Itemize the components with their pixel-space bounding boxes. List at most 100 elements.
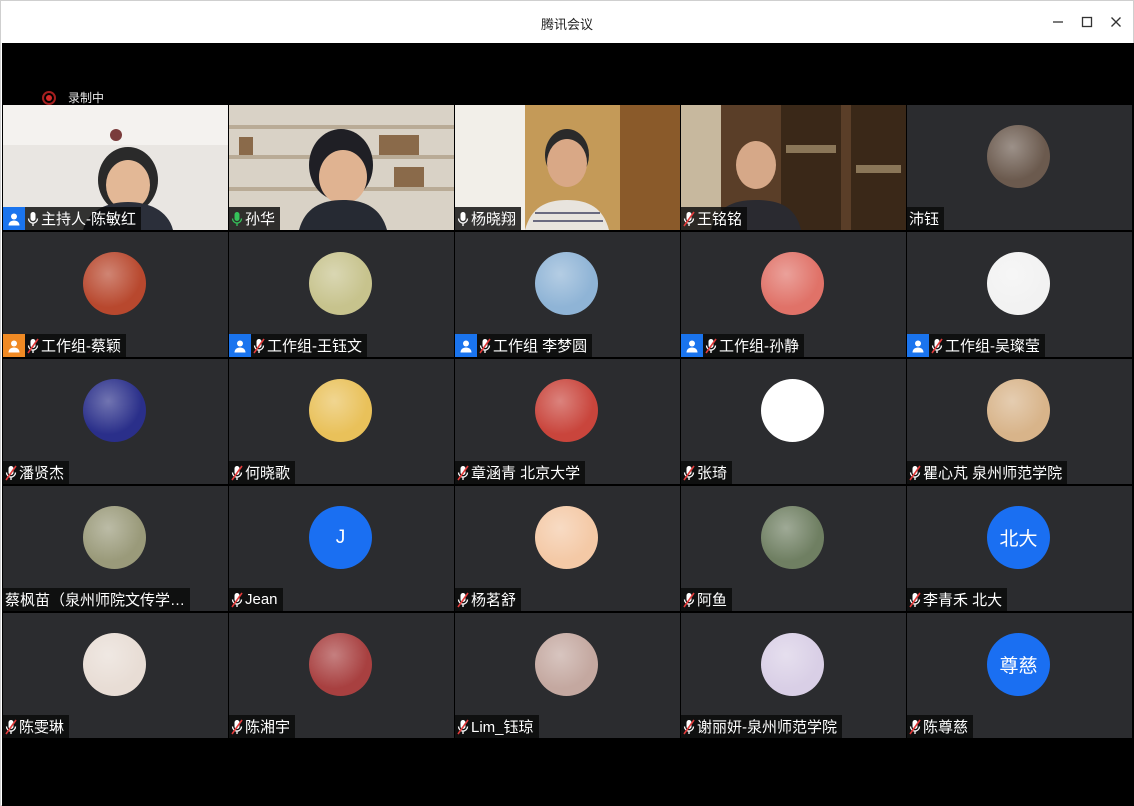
participant-tile[interactable]: 北大 李青禾 北大	[907, 486, 1132, 611]
participant-name: 阿鱼	[697, 592, 728, 609]
letter-avatar: J	[309, 506, 372, 569]
close-button[interactable]	[1103, 9, 1129, 35]
participant-tile[interactable]: 工作组-吴璨莹	[907, 232, 1132, 357]
mic-muted-icon	[682, 461, 696, 484]
participant-label: Jean	[229, 588, 283, 611]
participant-tile[interactable]: 章涵青 北京大学	[455, 359, 680, 484]
participant-name: 陈雯琳	[19, 719, 65, 736]
participant-name: 潘贤杰	[19, 465, 65, 482]
participant-tile[interactable]: 瞿心芃 泉州师范学院	[907, 359, 1132, 484]
participant-name: 孙华	[245, 211, 276, 228]
person-icon	[3, 207, 25, 230]
participant-tile[interactable]: 杨晓翔	[455, 105, 680, 230]
participant-label: 何晓歌	[229, 461, 296, 484]
mic-muted-icon	[230, 588, 244, 611]
participant-tile[interactable]: 孙华	[229, 105, 454, 230]
participant-tile[interactable]: 主持人-陈敏红	[3, 105, 228, 230]
participant-name: 陈湘宇	[245, 719, 291, 736]
mic-muted-icon	[682, 207, 696, 230]
mic-muted-icon	[908, 461, 922, 484]
close-icon	[1111, 17, 1121, 27]
participant-tile[interactable]: 谢丽妍-泉州师范学院	[681, 613, 906, 738]
participant-name: 杨晓翔	[471, 211, 517, 228]
person-icon	[3, 334, 25, 357]
mic-muted-icon	[230, 715, 244, 738]
participant-tile[interactable]: 张琦	[681, 359, 906, 484]
title-bar[interactable]: 腾讯会议	[1, 1, 1133, 43]
mic-icon	[26, 207, 40, 230]
participant-tile[interactable]: 尊慈陈尊慈	[907, 613, 1132, 738]
participant-label: 主持人-陈敏红	[3, 207, 141, 230]
participant-label: 王铭铭	[681, 207, 748, 230]
participant-tile[interactable]: J Jean	[229, 486, 454, 611]
participant-label: Lim_钰琼	[455, 715, 539, 738]
participant-name: 瞿心芃 泉州师范学院	[923, 465, 1063, 482]
participant-tile[interactable]: Lim_钰琼	[455, 613, 680, 738]
participant-name: 工作组-蔡颖	[41, 338, 121, 355]
participant-label: 陈湘宇	[229, 715, 296, 738]
participant-tile[interactable]: 何晓歌	[229, 359, 454, 484]
participant-tile[interactable]: 陈湘宇	[229, 613, 454, 738]
mic-muted-icon	[456, 715, 470, 738]
participant-tile[interactable]: 工作组 李梦圆	[455, 232, 680, 357]
mic-icon	[456, 207, 470, 230]
participant-name: 章涵青 北京大学	[471, 465, 581, 482]
participant-name: 陈尊慈	[923, 719, 969, 736]
mic-muted-icon	[908, 588, 922, 611]
mic-muted-icon	[456, 588, 470, 611]
participant-name: 张琦	[697, 465, 728, 482]
avatar	[309, 379, 372, 442]
person-icon	[907, 334, 929, 357]
participant-tile[interactable]: 沛钰	[907, 105, 1132, 230]
participant-name: 杨茗舒	[471, 592, 517, 609]
avatar	[309, 633, 372, 696]
avatar	[535, 252, 598, 315]
participant-name: 工作组-孙静	[719, 338, 799, 355]
recording-indicator[interactable]: 录制中	[42, 89, 104, 106]
participant-tile[interactable]: 陈雯琳	[3, 613, 228, 738]
mic-muted-icon	[930, 334, 944, 357]
participant-name: 李青禾 北大	[923, 592, 1003, 609]
participant-label: 李青禾 北大	[907, 588, 1008, 611]
mic-muted-icon	[682, 588, 696, 611]
participant-label: 潘贤杰	[3, 461, 70, 484]
participant-name: Jean	[245, 591, 278, 608]
record-icon	[42, 90, 56, 105]
maximize-button[interactable]	[1074, 9, 1100, 35]
avatar	[987, 252, 1050, 315]
minimize-button[interactable]	[1045, 9, 1071, 35]
participant-tile[interactable]: 蔡枫苗（泉州师院文传学…	[3, 486, 228, 611]
mic-muted-icon	[456, 461, 470, 484]
participant-tile[interactable]: 杨茗舒	[455, 486, 680, 611]
participant-label: 陈雯琳	[3, 715, 70, 738]
participant-name: 何晓歌	[245, 465, 291, 482]
avatar	[535, 379, 598, 442]
participant-grid: 主持人-陈敏红 孙华 杨晓翔 王铭铭 沛钰工作组-蔡颖 工作组-王钰文 工作组 李梦圆 工作组…	[3, 105, 1133, 739]
participant-label: 蔡枫苗（泉州师院文传学…	[3, 588, 191, 611]
participant-label: 工作组-王钰文	[229, 334, 367, 357]
participant-label: 杨茗舒	[455, 588, 522, 611]
participant-tile[interactable]: 工作组-孙静	[681, 232, 906, 357]
participant-tile[interactable]: 潘贤杰	[3, 359, 228, 484]
mic-muted-icon	[704, 334, 718, 357]
participant-tile[interactable]: 阿鱼	[681, 486, 906, 611]
person-icon	[229, 334, 251, 357]
letter-avatar: 尊慈	[987, 633, 1050, 696]
participant-name: 王铭铭	[697, 211, 743, 228]
avatar	[987, 125, 1050, 188]
avatar	[83, 252, 146, 315]
participant-label: 阿鱼	[681, 588, 733, 611]
window-title: 腾讯会议	[540, 17, 593, 32]
participant-name: 谢丽妍-泉州师范学院	[697, 719, 837, 736]
participant-label: 工作组 李梦圆	[455, 334, 593, 357]
video-stage: 录制中 主持人-陈敏红 孙华 杨晓翔 王铭铭 沛钰工作组-蔡颖 工作组-王钰文 工作组 李梦…	[2, 43, 1134, 806]
person-icon	[455, 334, 477, 357]
participant-label: 孙华	[229, 207, 281, 230]
maximize-icon	[1081, 16, 1093, 28]
avatar	[535, 506, 598, 569]
mic-muted-icon	[4, 715, 18, 738]
participant-tile[interactable]: 工作组-王钰文	[229, 232, 454, 357]
avatar	[761, 633, 824, 696]
participant-tile[interactable]: 王铭铭	[681, 105, 906, 230]
participant-tile[interactable]: 工作组-蔡颖	[3, 232, 228, 357]
